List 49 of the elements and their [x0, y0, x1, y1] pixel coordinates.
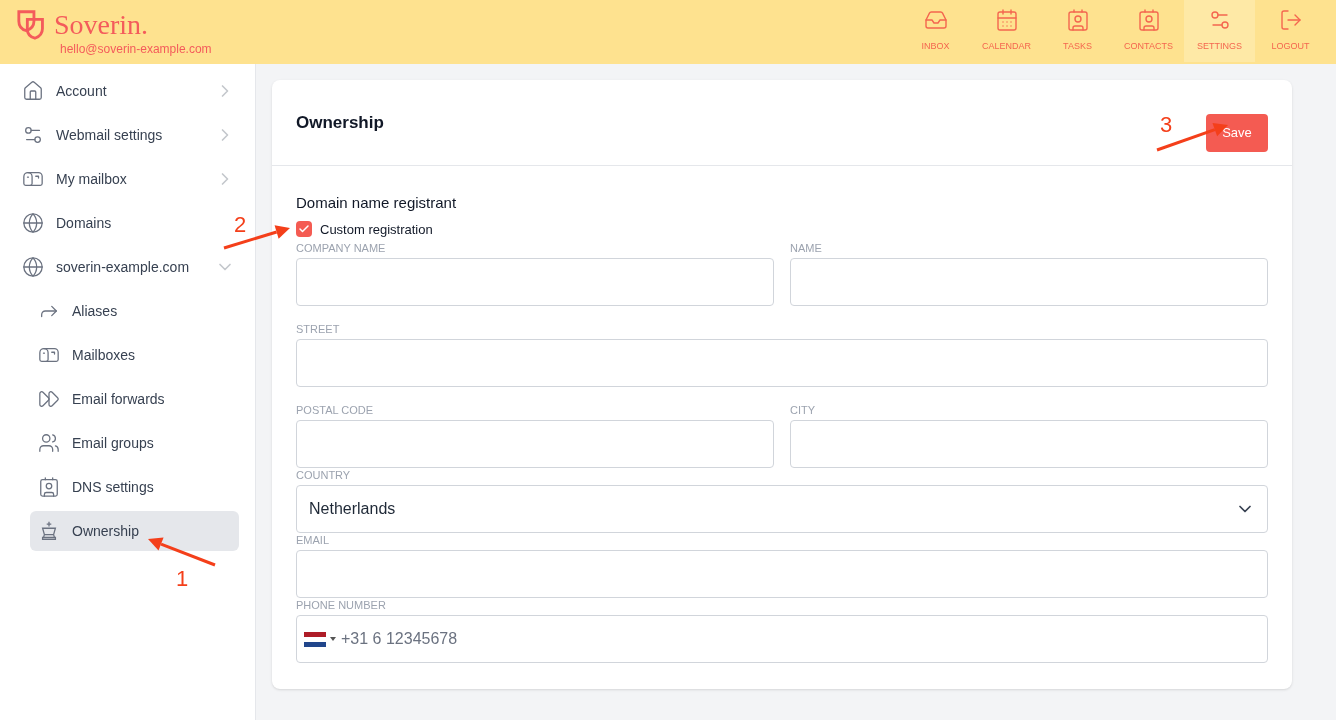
section-title: Domain name registrant: [296, 193, 458, 213]
address-book-icon: [38, 476, 60, 498]
sidebar-item[interactable]: Account: [22, 71, 239, 111]
address-book-icon: [1136, 8, 1161, 33]
sidebar-item[interactable]: soverin-example.com: [22, 247, 239, 287]
field-label: EMAIL: [296, 533, 330, 547]
field-label: COUNTRY: [296, 468, 352, 482]
sidebar-item[interactable]: My mailbox: [22, 159, 239, 199]
text-field[interactable]: [296, 258, 774, 306]
sidebar-item[interactable]: Webmail settings: [22, 115, 239, 155]
field-label: STREET: [296, 322, 341, 336]
caret-icon: [330, 637, 336, 641]
text-field[interactable]: [296, 420, 774, 468]
globe-icon: [22, 256, 44, 278]
annotation-number: 3: [1160, 111, 1173, 139]
globe-icon: [22, 212, 44, 234]
country-select[interactable]: Netherlands: [296, 485, 1268, 533]
address-book-icon: [1065, 8, 1090, 33]
checkbox[interactable]: [296, 221, 312, 238]
double-arrow-icon: [38, 388, 60, 410]
sidebar-item[interactable]: Email forwards: [30, 379, 239, 419]
card-title: Ownership: [296, 111, 384, 134]
flag-icon: [304, 632, 326, 647]
text-field[interactable]: [296, 550, 1268, 598]
field-label: NAME: [790, 241, 823, 255]
annotation-number: 1: [176, 565, 189, 593]
field-label: POSTAL CODE: [296, 403, 375, 417]
field-label: PHONE NUMBER: [296, 598, 387, 612]
text-field[interactable]: [790, 420, 1268, 468]
sidebar-item[interactable]: DNS settings: [30, 467, 239, 507]
account-email: hello@soverin-example.com: [60, 41, 212, 58]
sidebar-item[interactable]: Mailboxes: [30, 335, 239, 375]
field-label: CITY: [790, 403, 817, 417]
logout-icon: [1278, 8, 1303, 33]
sidebar-item[interactable]: Email groups: [30, 423, 239, 463]
checkbox-label: Custom registration: [320, 220, 433, 239]
brand-name: Soverin.: [54, 11, 149, 39]
field-label: COMPANY NAME: [296, 241, 387, 255]
text-field[interactable]: [296, 339, 1268, 387]
annotation-number: 2: [234, 211, 247, 239]
text-field[interactable]: [790, 258, 1268, 306]
annotation-arrow: [148, 537, 216, 567]
calendar-icon: [994, 8, 1019, 33]
sidebar-item[interactable]: Ownership: [30, 511, 239, 551]
phone-field[interactable]: +31 6 12345678: [296, 615, 1268, 663]
home-icon: [22, 80, 44, 102]
sidebar-item[interactable]: Aliases: [30, 291, 239, 331]
settings-icon: [22, 124, 44, 146]
group-icon: [38, 432, 60, 454]
